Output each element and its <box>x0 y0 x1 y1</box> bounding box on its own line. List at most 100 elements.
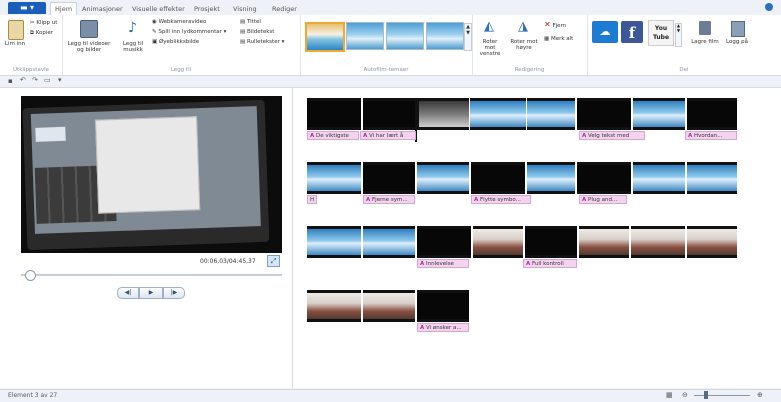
share-gallery-scroll[interactable]: ▲ ▼ <box>675 23 682 47</box>
clip-thumbnail[interactable] <box>417 226 471 258</box>
quick-action-icon[interactable]: ▭ <box>44 76 51 84</box>
clip-thumbnail[interactable] <box>687 162 737 194</box>
select-all-button[interactable]: ▦ Merk alt <box>544 36 573 42</box>
caption-button[interactable]: ▤ Bildetekst <box>240 29 274 35</box>
clip-thumbnail[interactable] <box>633 162 685 194</box>
paste-button[interactable]: Lim inn <box>2 41 28 47</box>
undo-icon[interactable]: ↶ <box>20 76 26 84</box>
clip-thumbnail[interactable] <box>363 98 415 130</box>
rotate-left-button[interactable]: Roter mot venstre <box>477 39 503 57</box>
clip-thumbnail[interactable] <box>579 226 629 258</box>
clip-thumbnail[interactable] <box>525 226 577 258</box>
seek-bar[interactable] <box>21 274 282 276</box>
video-preview[interactable] <box>21 96 282 253</box>
caption-bar[interactable]: A Hvordan... <box>685 131 737 140</box>
youtube-label: You Tube <box>652 25 670 41</box>
fullscreen-preview-button[interactable]: ⤢ <box>267 255 280 267</box>
youtube-icon[interactable]: You Tube <box>648 20 674 46</box>
play-button[interactable]: ▶ <box>139 287 163 299</box>
clip-thumbnail[interactable] <box>527 98 575 130</box>
zoom-slider-thumb[interactable] <box>704 391 708 399</box>
clip-thumbnail[interactable] <box>417 162 469 194</box>
clip-thumbnail[interactable] <box>307 162 361 194</box>
title-button[interactable]: ▤ Tittel <box>240 19 261 25</box>
tab-visual-effects[interactable]: Visuelle effekter <box>132 3 185 15</box>
group-label-add: Legg til <box>170 67 192 73</box>
customize-toolbar-icon[interactable]: ▾ <box>58 76 62 84</box>
clip-thumbnail[interactable] <box>577 98 631 130</box>
help-icon[interactable] <box>765 3 773 11</box>
save-icon[interactable]: ▪ <box>8 77 13 85</box>
theme-thumbnail[interactable] <box>346 22 384 50</box>
clip-thumbnail[interactable] <box>577 162 631 194</box>
tab-view[interactable]: Visning <box>233 3 257 15</box>
theme-thumbnail[interactable] <box>305 22 345 52</box>
save-movie-button[interactable]: Lagre film <box>691 39 719 45</box>
preview-frame-tablet <box>22 99 270 251</box>
group-label-clipboard: Utklippstavle <box>13 67 49 73</box>
clip-thumbnail[interactable] <box>417 290 469 322</box>
caption-bar[interactable]: A Flytte symbo... <box>471 195 531 204</box>
preview-pane: 00:06,03/04:45,37 ⤢ ◀| ▶ |▶ <box>0 88 293 388</box>
caption-bar[interactable]: A Fjerne sym... <box>363 195 415 204</box>
camera-icon: ▣ <box>152 39 158 45</box>
skydrive-icon[interactable]: ☁ <box>592 21 618 43</box>
snapshot-button[interactable]: ▣ Øyeblikksbilde <box>152 39 199 45</box>
theme-thumbnail[interactable] <box>386 22 424 50</box>
clip-thumbnail[interactable] <box>307 226 361 258</box>
caption-bar[interactable]: A Velg tekst med <box>579 131 645 140</box>
webcam-video-button[interactable]: ◉ Webkameravideo <box>152 19 206 25</box>
add-videos-button[interactable]: Legg til videoer og bilder <box>64 41 114 53</box>
clip-thumbnail[interactable] <box>417 98 469 130</box>
facebook-icon[interactable]: f <box>621 21 643 43</box>
seek-thumb[interactable] <box>25 270 36 281</box>
clip-thumbnail[interactable] <box>471 162 525 194</box>
thumbnail-size-icon[interactable]: ▦ <box>666 391 673 399</box>
theme-gallery-scroll[interactable]: ▲ ▼ <box>464 23 472 51</box>
microphone-icon: ✎ <box>152 29 157 35</box>
tab-animations[interactable]: Animasjoner <box>82 3 123 15</box>
clip-thumbnail[interactable] <box>363 290 415 322</box>
caption-bar[interactable]: A Vi ønsker a... <box>417 323 469 332</box>
clip-thumbnail[interactable] <box>527 162 575 194</box>
add-music-button[interactable]: Legg til musikk <box>118 41 148 53</box>
caption-text: Velg tekst med <box>588 133 630 139</box>
zoom-slider[interactable] <box>694 395 750 396</box>
sign-in-button[interactable]: Logg på <box>725 39 749 45</box>
credits-button[interactable]: ▤ Rulletekster ▾ <box>240 39 284 45</box>
clip-thumbnail[interactable] <box>307 98 361 130</box>
record-narration-button[interactable]: ✎ Spill inn lydkommentar ▾ <box>152 29 226 35</box>
next-frame-button[interactable]: |▶ <box>163 287 185 299</box>
caption-text: Vi ønsker a... <box>426 325 462 331</box>
caption-bar[interactable]: A De viktigste <box>307 131 359 140</box>
caption-bar[interactable]: H <box>307 195 317 204</box>
caption-bar[interactable]: A Innlevelse <box>417 259 469 268</box>
file-menu-button[interactable]: ▬ ▾ <box>8 2 46 14</box>
tab-project[interactable]: Prosjekt <box>194 3 220 15</box>
caption-bar[interactable]: A Vi har lært å <box>360 131 416 140</box>
clip-thumbnail[interactable] <box>633 98 685 130</box>
clip-thumbnail[interactable] <box>631 226 685 258</box>
previous-frame-button[interactable]: ◀| <box>117 287 139 299</box>
group-label-share: Del <box>679 67 689 73</box>
ribbon-tab-bar: ▬ ▾ Hjem Animasjoner Visuelle effekter P… <box>0 0 781 16</box>
clip-thumbnail[interactable] <box>473 226 523 258</box>
clip-thumbnail[interactable] <box>470 98 526 130</box>
tab-home[interactable]: Hjem <box>50 2 78 15</box>
clip-thumbnail[interactable] <box>363 226 415 258</box>
caption-bar[interactable]: A Full kontroll <box>523 259 577 268</box>
caption-bar[interactable]: A Plug and... <box>579 195 627 204</box>
zoom-out-icon[interactable]: ⊖ <box>682 391 688 399</box>
redo-icon[interactable]: ↷ <box>32 76 38 84</box>
tab-edit[interactable]: Rediger <box>272 3 297 15</box>
cut-button[interactable]: ✂ Klipp ut <box>30 20 57 26</box>
clip-thumbnail[interactable] <box>363 162 415 194</box>
rotate-right-button[interactable]: Roter mot høyre <box>510 39 538 51</box>
zoom-in-icon[interactable]: ⊕ <box>757 391 763 399</box>
clip-thumbnail[interactable] <box>307 290 361 322</box>
remove-button[interactable]: ✕ Fjern <box>544 20 566 29</box>
clip-thumbnail[interactable] <box>687 98 737 130</box>
copy-button[interactable]: ⧉ Kopier <box>30 30 53 37</box>
theme-thumbnail[interactable] <box>426 22 464 50</box>
clip-thumbnail[interactable] <box>687 226 737 258</box>
